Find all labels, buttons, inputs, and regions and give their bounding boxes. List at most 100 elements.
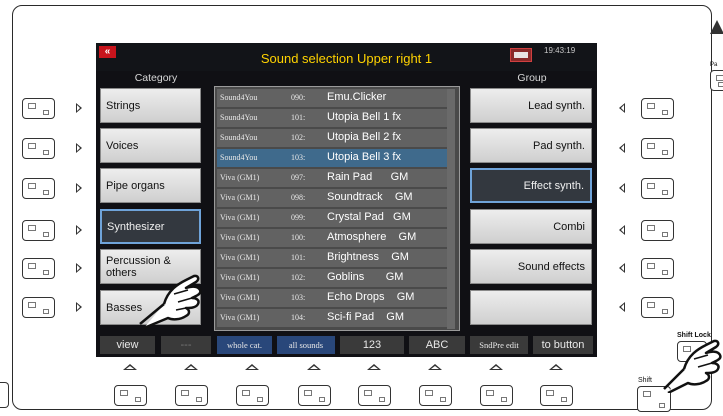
arrow-up-icon — [123, 364, 137, 370]
right-side-button-2[interactable] — [641, 138, 674, 159]
left-side-button-1[interactable] — [22, 98, 55, 119]
group-button-1[interactable]: Lead synth. — [470, 88, 592, 123]
sound-row[interactable]: Viva (GM1) 098: Soundtrack GM — [217, 189, 453, 207]
sound-row[interactable]: Sound4You 090: Emu.Clicker — [217, 89, 453, 107]
sound-source: Sound4You — [220, 93, 258, 102]
right-side-button-3[interactable] — [641, 178, 674, 199]
category-button-pipe[interactable]: Pipe organs — [100, 168, 201, 203]
bottom-button-8[interactable] — [540, 385, 573, 406]
sound-source: Viva (GM1) — [220, 253, 260, 262]
softkey-2[interactable]: --- — [161, 336, 211, 354]
sound-row[interactable]: Viva (GM1) 100: Atmosphere GM — [217, 229, 453, 247]
sound-list: Sound4You 090: Emu.Clicker Sound4You 101: Uto… — [214, 86, 460, 331]
bottom-button-7[interactable] — [480, 385, 513, 406]
arrow-right-icon — [76, 263, 82, 273]
sound-row[interactable]: Sound4You 103: Utopia Bell 3 fx — [217, 149, 453, 167]
shift-label: Shift — [638, 377, 653, 384]
sound-source: Viva (GM1) — [220, 273, 260, 282]
sound-number: 103: — [291, 153, 306, 162]
softkey-bar: view --- whole cat. all sounds 123 ABC SndPre … — [96, 336, 597, 356]
left-edge-button[interactable] — [0, 382, 9, 408]
group-button-5[interactable]: Sound effects — [470, 249, 592, 284]
sound-number: 100: — [291, 233, 306, 242]
sound-row[interactable]: Sound4You 102: Utopia Bell 2 fx — [217, 129, 453, 147]
sound-source: Sound4You — [220, 133, 258, 142]
group-button-4[interactable]: Combi — [470, 209, 592, 244]
softkey-3[interactable]: whole cat. — [217, 336, 272, 354]
sound-row[interactable]: Viva (GM1) 103: Echo Drops GM — [217, 289, 453, 307]
softkey-4[interactable]: all sounds — [277, 336, 335, 354]
sound-name: Soundtrack GM — [327, 191, 413, 203]
sound-row[interactable]: Viva (GM1) 104: Sci-fi Pad GM — [217, 309, 453, 327]
sound-name: Brightness GM — [327, 251, 409, 263]
arrow-up-icon — [245, 364, 259, 370]
arrow-up-icon — [307, 364, 321, 370]
arrow-left-icon — [619, 225, 625, 235]
right-side-button-1[interactable] — [641, 98, 674, 119]
category-button-synthesizer[interactable]: Synthesizer — [100, 209, 201, 244]
sound-number: 101: — [291, 253, 306, 262]
group-button-6[interactable] — [470, 290, 592, 325]
sound-number: 102: — [291, 133, 306, 142]
left-side-button-5[interactable] — [22, 258, 55, 279]
sound-number: 104: — [291, 313, 306, 322]
bottom-button-5[interactable] — [358, 385, 391, 406]
sound-list-scrollbar[interactable] — [447, 89, 455, 329]
sound-source: Viva (GM1) — [220, 213, 260, 222]
softkey-8[interactable]: to button — [533, 336, 593, 354]
arrow-right-icon — [76, 225, 82, 235]
right-side-button-4[interactable] — [641, 220, 674, 241]
sound-row[interactable]: Viva (GM1) 097: Rain Pad GM — [217, 169, 453, 187]
sound-name: Sci-fi Pad GM — [327, 311, 405, 323]
bottom-button-3[interactable] — [236, 385, 269, 406]
sound-number: 097: — [291, 173, 306, 182]
sound-row[interactable]: Sound4You 101: Utopia Bell 1 fx — [217, 109, 453, 127]
arrow-up-icon — [367, 364, 381, 370]
softkey-6[interactable]: ABC — [409, 336, 465, 354]
right-side-button-6[interactable] — [641, 297, 674, 318]
sound-number: 101: — [291, 113, 306, 122]
sound-name: Utopia Bell 2 fx — [327, 131, 401, 143]
left-side-button-4[interactable] — [22, 220, 55, 241]
clock: 19:43:19 — [544, 46, 576, 55]
sound-number: 099: — [291, 213, 306, 222]
pa-hardware-button[interactable] — [710, 70, 723, 91]
sound-name: Crystal Pad GM — [327, 211, 411, 223]
arrow-up-icon — [489, 364, 503, 370]
sound-name: Atmosphere GM — [327, 231, 417, 243]
softkey-1[interactable]: view — [100, 336, 155, 354]
pointing-hand-icon — [139, 274, 202, 330]
right-side-button-5[interactable] — [641, 258, 674, 279]
sound-row[interactable]: Viva (GM1) 101: Brightness GM — [217, 249, 453, 267]
bottom-button-2[interactable] — [175, 385, 208, 406]
group-button-2[interactable]: Pad synth. — [470, 128, 592, 163]
softkey-5[interactable]: 123 — [340, 336, 404, 354]
sound-row[interactable]: Viva (GM1) 102: Goblins GM — [217, 269, 453, 287]
bottom-button-6[interactable] — [419, 385, 452, 406]
sound-name: Utopia Bell 3 fx — [327, 151, 401, 163]
sound-row[interactable]: Viva (GM1) 099: Crystal Pad GM — [217, 209, 453, 227]
sound-source: Sound4You — [220, 153, 258, 162]
left-side-button-6[interactable] — [22, 297, 55, 318]
bottom-button-4[interactable] — [298, 385, 331, 406]
sound-source: Viva (GM1) — [220, 193, 260, 202]
sound-number: 098: — [291, 193, 306, 202]
sound-source: Viva (GM1) — [220, 293, 260, 302]
group-button-3[interactable]: Effect synth. — [470, 168, 592, 203]
left-side-button-2[interactable] — [22, 138, 55, 159]
category-button-voices[interactable]: Voices — [100, 128, 201, 163]
group-header: Group — [517, 72, 547, 84]
sound-name: Emu.Clicker — [327, 91, 387, 103]
category-button-strings[interactable]: Strings — [100, 88, 201, 123]
arrow-left-icon — [619, 302, 625, 312]
left-side-button-3[interactable] — [22, 178, 55, 199]
sound-source: Viva (GM1) — [220, 313, 260, 322]
sound-number: 102: — [291, 273, 306, 282]
pa-label: Pa — [710, 62, 718, 68]
softkey-7[interactable]: SndPre edit — [470, 336, 528, 354]
arrow-up-icon — [428, 364, 442, 370]
sound-source: Viva (GM1) — [220, 173, 260, 182]
warning-triangle-icon — [710, 20, 723, 34]
arrow-up-icon — [184, 364, 198, 370]
bottom-button-1[interactable] — [114, 385, 147, 406]
